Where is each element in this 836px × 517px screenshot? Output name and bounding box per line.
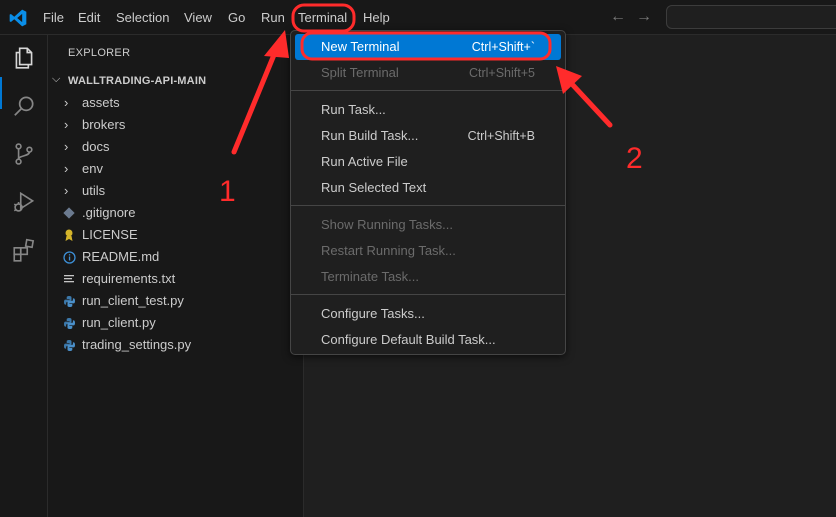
menu-run[interactable]: Run [261, 9, 285, 26]
menu-item-new-terminal[interactable]: New Terminal Ctrl+Shift+` [295, 34, 561, 60]
menu-item-label: Configure Tasks... [321, 306, 425, 321]
menu-item-label: Configure Default Build Task... [321, 332, 496, 347]
python-icon [62, 338, 76, 352]
chevron-right-icon: › [64, 117, 69, 132]
search-icon[interactable] [11, 93, 37, 119]
tree-item-label: run_client_test.py [82, 293, 184, 308]
tree-item-label: trading_settings.py [82, 337, 192, 352]
info-icon [62, 250, 76, 264]
tree-item-label: requirements.txt [82, 271, 176, 286]
tree-file-run-client-test[interactable]: run_client_test.py [48, 290, 303, 312]
tree-folder-assets[interactable]: › assets [48, 92, 303, 114]
menu-help[interactable]: Help [363, 9, 390, 26]
tree-item-label: README.md [82, 249, 160, 264]
tree-folder-docs[interactable]: › docs [48, 136, 303, 158]
menu-view[interactable]: View [184, 9, 212, 26]
active-indicator [0, 77, 2, 109]
menu-item-shortcut: Ctrl+Shift+` [471, 40, 535, 54]
tree-item-label: docs [82, 139, 110, 154]
menu-item-label: Show Running Tasks... [321, 217, 453, 232]
tree-file-readme[interactable]: README.md [48, 246, 303, 268]
chevron-right-icon: › [64, 95, 69, 110]
menu-item-split-terminal[interactable]: Split Terminal Ctrl+Shift+5 [295, 60, 561, 86]
tree-item-label: .gitignore [82, 205, 136, 220]
menu-item-shortcut: Ctrl+Shift+5 [468, 66, 535, 80]
chevron-right-icon: › [64, 161, 69, 176]
tree-item-label: run_client.py [82, 315, 156, 330]
tree-file-gitignore[interactable]: .gitignore [48, 202, 303, 224]
menu-item-label: Terminate Task... [321, 269, 420, 284]
menu-item-show-running-tasks[interactable]: Show Running Tasks... [295, 212, 561, 238]
arrow-right-icon[interactable]: → [636, 8, 652, 26]
menu-edit[interactable]: Edit [78, 9, 100, 26]
sidebar-title: EXPLORER [68, 47, 131, 59]
python-icon [62, 316, 76, 330]
menu-separator [291, 205, 565, 206]
annotation-step-1: 1 [219, 175, 236, 208]
license-icon [62, 228, 76, 242]
menu-item-configure-tasks[interactable]: Configure Tasks... [295, 301, 561, 327]
text-file-icon [62, 272, 76, 286]
menu-item-label: Run Selected Text [321, 180, 427, 195]
menu-file[interactable]: File [43, 9, 64, 26]
tree-item-label: LICENSE [82, 227, 138, 242]
tree-folder-brokers[interactable]: › brokers [48, 114, 303, 136]
menu-item-terminate-task[interactable]: Terminate Task... [295, 264, 561, 290]
menu-terminal[interactable]: Terminal [298, 9, 347, 26]
workspace-folder-header[interactable]: ⌵ WALLTRADING-API-MAIN [48, 71, 303, 93]
chevron-right-icon: › [64, 183, 69, 198]
arrow-left-icon[interactable]: ← [610, 8, 626, 26]
extensions-icon[interactable] [11, 237, 37, 263]
command-center-search[interactable] [666, 5, 836, 29]
menu-item-label: Run Build Task... [321, 128, 419, 143]
terminal-menu-dropdown: New Terminal Ctrl+Shift+` Split Terminal… [290, 30, 566, 355]
tree-item-label: assets [82, 95, 120, 110]
tree-item-label: utils [82, 183, 106, 198]
chevron-right-icon: › [64, 139, 69, 154]
git-icon [62, 206, 76, 220]
tree-file-license[interactable]: LICENSE [48, 224, 303, 246]
menu-item-label: Split Terminal [321, 65, 399, 80]
tree-file-trading-settings[interactable]: trading_settings.py [48, 334, 303, 356]
workspace-folder-name: WALLTRADING-API-MAIN [68, 75, 207, 87]
menu-item-restart-running-task[interactable]: Restart Running Task... [295, 238, 561, 264]
menu-go[interactable]: Go [228, 9, 245, 26]
tree-folder-env[interactable]: › env [48, 158, 303, 180]
python-icon [62, 294, 76, 308]
tree-file-run-client[interactable]: run_client.py [48, 312, 303, 334]
tree-item-label: env [82, 161, 103, 176]
annotation-step-2: 2 [626, 142, 643, 175]
vscode-logo-icon [9, 9, 27, 27]
explorer-sidebar: EXPLORER … ⌵ WALLTRADING-API-MAIN › asse… [48, 35, 304, 517]
tree-folder-utils[interactable]: › utils [48, 180, 303, 202]
source-control-icon[interactable] [11, 141, 37, 167]
menu-item-shortcut: Ctrl+Shift+B [467, 129, 535, 143]
menu-item-label: Restart Running Task... [321, 243, 456, 258]
menu-item-run-build-task[interactable]: Run Build Task... Ctrl+Shift+B [295, 123, 561, 149]
explorer-icon[interactable] [11, 45, 37, 71]
menu-item-label: Run Active File [321, 154, 408, 169]
menu-item-label: New Terminal [321, 39, 400, 54]
activity-bar [0, 35, 48, 517]
tree-file-requirements[interactable]: requirements.txt [48, 268, 303, 290]
menu-separator [291, 90, 565, 91]
menu-item-configure-default-build-task[interactable]: Configure Default Build Task... [295, 327, 561, 353]
more-actions-icon[interactable]: … [274, 41, 288, 57]
menu-separator [291, 294, 565, 295]
menu-item-label: Run Task... [321, 102, 386, 117]
menu-item-run-selected-text[interactable]: Run Selected Text [295, 175, 561, 201]
menu-item-run-task[interactable]: Run Task... [295, 97, 561, 123]
chevron-down-icon: ⌵ [52, 73, 61, 85]
run-debug-icon[interactable] [11, 189, 37, 215]
menu-item-run-active-file[interactable]: Run Active File [295, 149, 561, 175]
tree-item-label: brokers [82, 117, 126, 132]
menu-selection[interactable]: Selection [116, 9, 169, 26]
